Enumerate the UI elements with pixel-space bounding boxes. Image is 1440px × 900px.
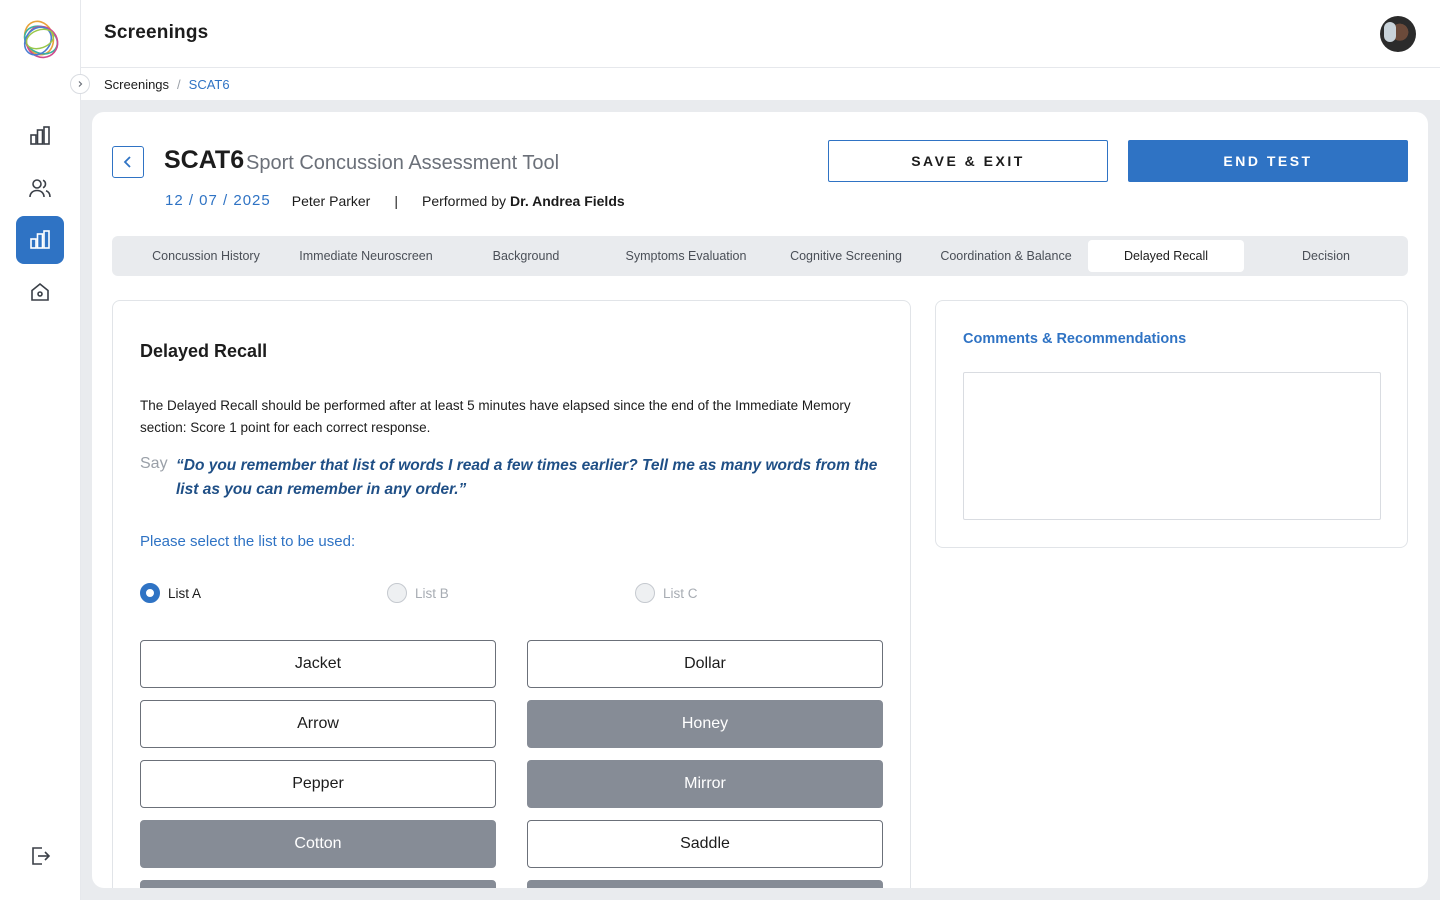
page-title: Screenings (104, 22, 209, 43)
logout-button[interactable] (16, 832, 64, 880)
word-button-dollar[interactable]: Dollar (527, 640, 883, 688)
tab-decision[interactable]: Decision (1246, 240, 1406, 272)
tab-background[interactable]: Background (446, 240, 606, 272)
tab-concussion-history[interactable]: Concussion History (126, 240, 286, 272)
radio-list-c[interactable]: List C (635, 583, 698, 603)
users-icon (29, 179, 51, 198)
test-code: SCAT6 (164, 146, 245, 174)
radio-label: List A (168, 585, 202, 601)
radio-list-a[interactable]: List A (140, 583, 201, 603)
word-button-jacket[interactable]: Jacket (140, 640, 496, 688)
back-button[interactable] (112, 146, 144, 178)
word-button-honey[interactable]: Honey (527, 700, 883, 748)
breadcrumb-root[interactable]: Screenings (104, 77, 169, 92)
nav-analytics[interactable] (16, 112, 64, 160)
radio-list-b[interactable]: List B (387, 583, 449, 603)
nav-users[interactable] (16, 164, 64, 212)
word-button-saddle[interactable]: Saddle (527, 820, 883, 868)
home-icon (31, 282, 49, 301)
tab-delayed-recall[interactable]: Delayed Recall (1088, 240, 1244, 272)
say-script: “Do you remember that list of words I re… (176, 457, 878, 498)
radio-label: List B (415, 585, 449, 601)
tab-symptoms-evaluation[interactable]: Symptoms Evaluation (606, 240, 766, 272)
save-exit-button[interactable]: SAVE & EXIT (828, 140, 1108, 182)
test-name: Sport Concussion Assessment Tool (246, 152, 560, 174)
app-logo[interactable] (17, 18, 63, 62)
bar-chart-icon (30, 126, 50, 145)
avatar[interactable] (1380, 16, 1416, 52)
word-button-mirror[interactable]: Mirror (527, 760, 883, 808)
radio-dot[interactable] (140, 583, 160, 603)
word-button-arrow[interactable]: Arrow (140, 700, 496, 748)
radio-dot[interactable] (387, 583, 407, 603)
logout-icon (32, 847, 51, 865)
performed-by-label: Performed by (421, 192, 507, 209)
word-button-partial[interactable] (527, 880, 883, 888)
end-test-button[interactable]: END TEST (1128, 140, 1408, 182)
patient-name: Peter Parker (291, 192, 371, 209)
nav-screenings[interactable] (16, 216, 64, 264)
test-meta: 12 / 07 / 2025 Peter Parker | Performed … (165, 192, 625, 209)
tab-immediate-neuroscreen[interactable]: Immediate Neuroscreen (286, 240, 446, 272)
meta-divider: | (394, 192, 398, 209)
chevron-right-icon (78, 81, 83, 87)
word-button-pepper[interactable]: Pepper (140, 760, 496, 808)
word-button-partial[interactable] (140, 880, 496, 888)
instructions-text: The Delayed Recall should be performed a… (140, 398, 851, 435)
radio-dot[interactable] (635, 583, 655, 603)
list-select-label: Please select the list to be used: (140, 533, 356, 550)
test-date: 12 / 07 / 2025 (165, 192, 271, 209)
test-card: SCAT6 Sport Concussion Assessment Tool 1… (92, 112, 1428, 888)
chevron-left-icon (123, 156, 131, 168)
tab-coordination-balance[interactable]: Coordination & Balance (926, 240, 1086, 272)
nav-home[interactable] (16, 268, 64, 316)
sidebar (0, 0, 81, 900)
delayed-recall-panel: Delayed Recall The Delayed Recall should… (112, 300, 911, 888)
word-button-cotton[interactable]: Cotton (140, 820, 496, 868)
sidebar-toggle[interactable] (70, 74, 90, 94)
section-tabs: Concussion History Immediate Neuroscreen… (112, 236, 1408, 276)
top-header: Screenings (81, 0, 1440, 68)
bar-chart-icon (30, 230, 50, 249)
radio-label: List C (663, 585, 698, 601)
say-label: Say (140, 455, 168, 472)
comments-panel: Comments & Recommendations (935, 300, 1408, 548)
doctor-name: Dr. Andrea Fields (510, 192, 625, 209)
breadcrumb: Screenings / SCAT6 (104, 77, 230, 92)
comments-textarea[interactable] (963, 372, 1381, 520)
breadcrumb-separator: / (177, 77, 181, 92)
tab-cognitive-screening[interactable]: Cognitive Screening (766, 240, 926, 272)
section-title: Delayed Recall (140, 341, 268, 361)
comments-title: Comments & Recommendations (963, 331, 1187, 347)
breadcrumb-current: SCAT6 (188, 77, 230, 92)
